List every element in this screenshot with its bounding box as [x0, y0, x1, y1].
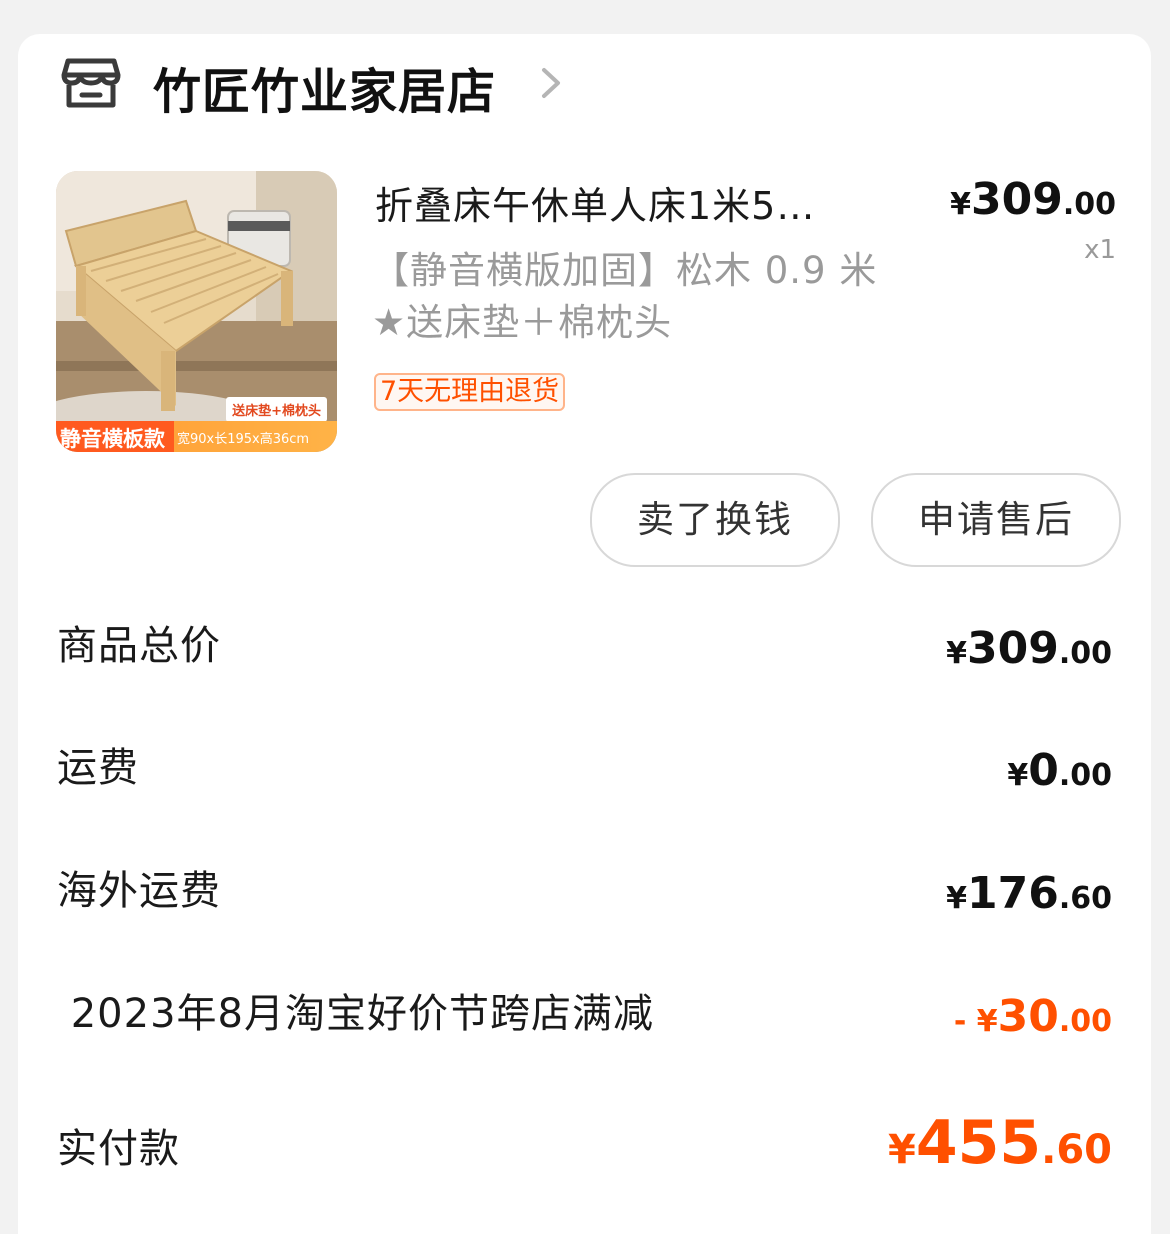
price-integer: 309	[970, 174, 1063, 225]
item-quantity: x1	[1084, 235, 1116, 265]
overseas-shipping-value: ¥176.60	[946, 868, 1112, 919]
store-name[interactable]: 竹匠竹业家居店	[153, 52, 496, 122]
currency-symbol: ¥	[888, 1127, 916, 1173]
price-decimal: .00	[1058, 636, 1112, 671]
price-decimal: .00	[1062, 187, 1116, 222]
return-policy-badge: 7天无理由退货	[374, 373, 566, 411]
overseas-shipping-label: 海外运费	[57, 868, 221, 914]
discount-value: - ¥30.00	[954, 991, 1112, 1042]
currency-symbol: ¥	[1007, 758, 1029, 793]
price-integer: 176	[966, 868, 1059, 919]
currency-symbol: ¥	[950, 187, 971, 222]
goods-total-value: ¥309.00	[946, 623, 1112, 674]
chevron-right-icon[interactable]	[538, 64, 564, 102]
paid-value: ¥455.60	[888, 1108, 1112, 1178]
thumb-banner-spec: 宽90x长195x高36cm	[177, 432, 310, 447]
paid-label: 实付款	[57, 1126, 180, 1172]
currency-symbol: ¥	[946, 636, 967, 671]
product-title[interactable]: 折叠床午休单人床1米5…	[375, 175, 895, 230]
thumb-banner-main: 静音横板款	[60, 427, 165, 451]
price-decimal: .60	[1058, 881, 1112, 916]
price-integer: 0	[1028, 745, 1059, 796]
price-integer: 30	[997, 991, 1059, 1042]
sell-button[interactable]: 卖了换钱	[590, 473, 840, 567]
price-integer: 309	[966, 623, 1059, 674]
discount-label: 2023年8月淘宝好价节跨店满减	[57, 991, 654, 1037]
currency-symbol: ¥	[946, 881, 967, 916]
thumb-banner: 静音横板款 宽90x长195x高36cm	[56, 421, 337, 452]
after-sale-button[interactable]: 申请售后	[871, 473, 1121, 567]
price-decimal: .00	[1058, 1004, 1112, 1039]
product-sku: 【静音横版加固】松木 0.9 米 ★送床垫＋棉枕头	[372, 249, 878, 344]
shipping-label: 运费	[57, 745, 139, 791]
discount-prefix: -	[953, 1004, 977, 1039]
shipping-value: ¥0.00	[1007, 745, 1112, 796]
store-icon	[61, 58, 121, 108]
price-integer: 455	[915, 1108, 1042, 1178]
thumb-gift-tag: 送床垫+棉枕头	[226, 397, 327, 422]
item-price: ¥309.00	[950, 174, 1116, 225]
product-thumbnail[interactable]: 送床垫+棉枕头 静音横板款 宽90x长195x高36cm	[56, 171, 337, 452]
goods-total-label: 商品总价	[57, 623, 221, 669]
currency-symbol: ¥	[976, 1004, 998, 1039]
price-decimal: .60	[1041, 1127, 1112, 1173]
price-decimal: .00	[1058, 758, 1112, 793]
